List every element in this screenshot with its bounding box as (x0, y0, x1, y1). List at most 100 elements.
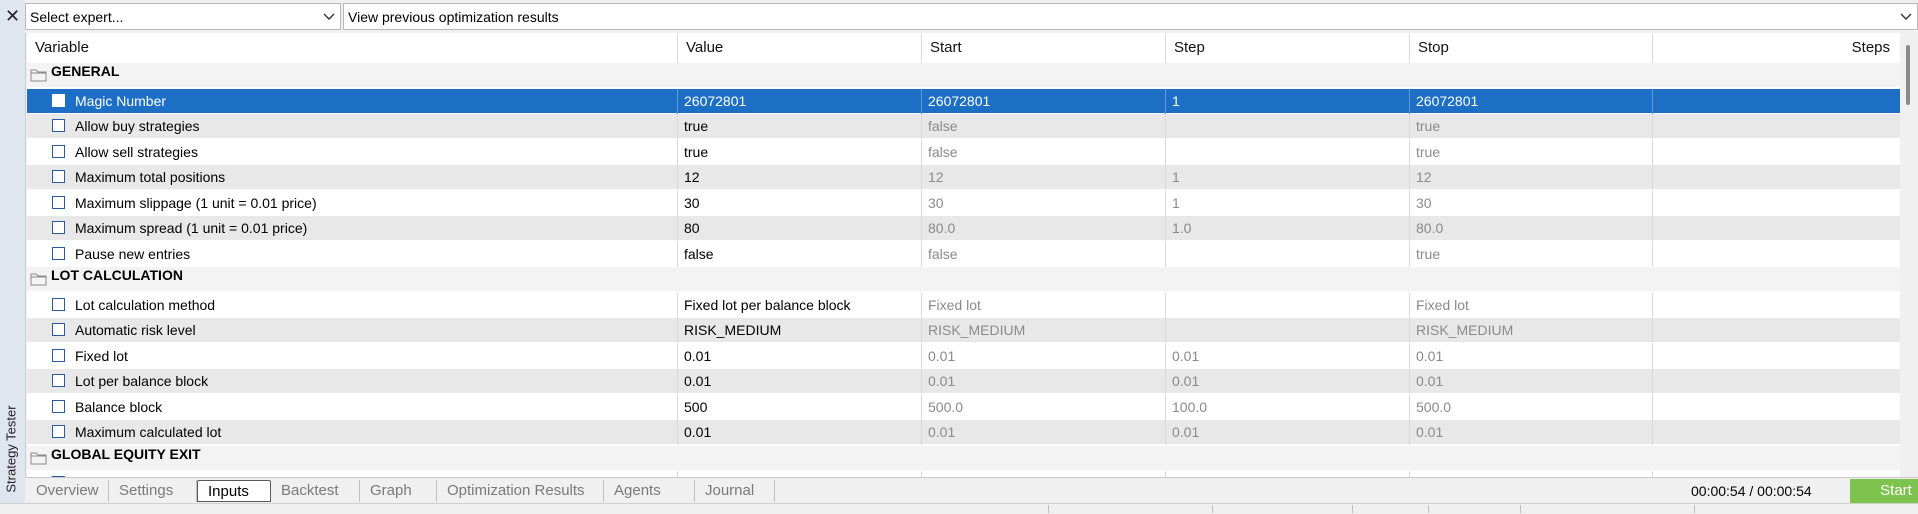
cell-step[interactable] (1165, 241, 1409, 267)
tab-optimization-results[interactable]: Optimization Results (437, 480, 604, 502)
tab-backtest[interactable]: Backtest (271, 480, 360, 502)
optimize-checkbox[interactable] (52, 170, 65, 183)
cell-stop[interactable]: true (1409, 114, 1652, 139)
tab-graph[interactable]: Graph (360, 480, 437, 502)
parameter-row[interactable]: Lot calculation method Fixed lot per bala… (27, 292, 1900, 318)
column-header-start[interactable]: Start (921, 33, 1165, 63)
chevron-down-icon[interactable] (1895, 4, 1917, 29)
cell-step[interactable] (1165, 114, 1409, 139)
tab-journal[interactable]: Journal (695, 480, 775, 502)
optimize-checkbox[interactable] (52, 297, 65, 311)
cell-start[interactable]: 30 (921, 190, 1165, 216)
cell-start[interactable]: 500.0 (921, 394, 1165, 420)
cell-value[interactable]: RISK_MEDIUM (677, 318, 921, 343)
parameter-row[interactable]: Allow sell strategies true false true (27, 139, 1900, 165)
cell-value[interactable]: 0.01 (677, 369, 921, 394)
optimize-checkbox[interactable] (52, 93, 65, 107)
optimize-checkbox[interactable] (52, 374, 65, 387)
optimize-checkbox[interactable] (52, 425, 65, 438)
scrollbar-thumb[interactable] (1906, 45, 1910, 105)
column-header-stop[interactable]: Stop (1409, 33, 1652, 63)
cell-value[interactable]: 30 (677, 190, 921, 216)
cell-value[interactable]: 0.01 (677, 420, 921, 445)
cell-step[interactable]: 1 (1165, 88, 1409, 114)
section-row[interactable]: GLOBAL EQUITY EXIT (27, 445, 1900, 471)
parameter-row[interactable]: Magic Number 26072801 26072801 1 26072801 (27, 88, 1900, 114)
cell-stop[interactable]: 500.0 (1409, 394, 1652, 420)
parameter-row[interactable]: Maximum calculated lot 0.01 0.01 0.01 0.01 (27, 420, 1900, 445)
parameter-row[interactable]: Maximum slippage (1 unit = 0.01 price) 30… (27, 190, 1900, 216)
cell-start[interactable]: Fixed lot (921, 292, 1165, 318)
cell-stop[interactable]: 0.01 (1409, 369, 1652, 394)
optimize-checkbox[interactable] (52, 323, 65, 336)
optimize-checkbox[interactable] (52, 144, 65, 158)
cell-steps[interactable] (1652, 190, 1900, 216)
cell-step[interactable]: 0.01 (1165, 420, 1409, 445)
column-header-steps[interactable]: Steps (1652, 33, 1900, 63)
cell-steps[interactable] (1652, 139, 1900, 165)
cell-step[interactable] (1165, 292, 1409, 318)
cell-start[interactable]: 0.01 (921, 420, 1165, 445)
cell-value[interactable]: 26072801 (677, 88, 921, 114)
cell-stop[interactable]: Fixed lot (1409, 292, 1652, 318)
cell-start[interactable]: false (921, 241, 1165, 267)
optimize-checkbox[interactable] (52, 119, 65, 132)
cell-steps[interactable] (1652, 394, 1900, 420)
cell-value[interactable]: Fixed lot per balance block (677, 292, 921, 318)
section-row[interactable]: GENERAL (27, 63, 1900, 88)
parameter-row[interactable]: Maximum total positions 12 12 1 12 (27, 165, 1900, 190)
cell-step[interactable] (1165, 139, 1409, 165)
parameter-row[interactable]: Balance block 500 500.0 100.0 500.0 (27, 394, 1900, 420)
optimization-results-select[interactable]: View previous optimization results (343, 3, 1918, 30)
cell-step[interactable]: 1.0 (1165, 216, 1409, 241)
parameter-row[interactable]: Allow buy strategies true false true (27, 114, 1900, 139)
cell-stop[interactable]: true (1409, 139, 1652, 165)
cell-steps[interactable] (1652, 216, 1900, 241)
column-header-value[interactable]: Value (677, 33, 921, 63)
cell-value[interactable]: true (677, 114, 921, 139)
expert-select[interactable]: Select expert... (25, 3, 341, 30)
start-button[interactable]: Start (1850, 479, 1918, 503)
cell-value[interactable]: true (677, 139, 921, 165)
column-header-variable[interactable]: Variable (27, 33, 677, 63)
cell-steps[interactable] (1652, 420, 1900, 445)
column-header-step[interactable]: Step (1165, 33, 1409, 63)
cell-start[interactable]: 0.01 (921, 343, 1165, 369)
cell-value[interactable]: 500 (677, 394, 921, 420)
cell-stop[interactable]: 0.01 (1409, 420, 1652, 445)
parameter-row[interactable]: Pause new entries false false true (27, 241, 1900, 267)
cell-steps[interactable] (1652, 88, 1900, 114)
cell-step[interactable]: 0.01 (1165, 343, 1409, 369)
optimize-checkbox[interactable] (52, 348, 65, 362)
tab-settings[interactable]: Settings (109, 480, 197, 502)
cell-step[interactable]: 1 (1165, 190, 1409, 216)
folder-icon[interactable] (30, 68, 47, 82)
cell-steps[interactable] (1652, 292, 1900, 318)
tab-inputs[interactable]: Inputs (197, 480, 271, 502)
cell-steps[interactable] (1652, 343, 1900, 369)
tab-overview[interactable]: Overview (26, 480, 109, 502)
cell-stop[interactable]: 26072801 (1409, 88, 1652, 114)
cell-stop[interactable]: 12 (1409, 165, 1652, 190)
cell-steps[interactable] (1652, 165, 1900, 190)
cell-start[interactable]: false (921, 139, 1165, 165)
optimize-checkbox[interactable] (52, 246, 65, 260)
cell-value[interactable]: 0.01 (677, 343, 921, 369)
cell-start[interactable]: RISK_MEDIUM (921, 318, 1165, 343)
cell-value[interactable]: false (677, 241, 921, 267)
cell-steps[interactable] (1652, 114, 1900, 139)
parameter-row[interactable]: Fixed lot 0.01 0.01 0.01 0.01 (27, 343, 1900, 369)
chevron-down-icon[interactable] (318, 4, 340, 29)
cell-step[interactable]: 0.01 (1165, 369, 1409, 394)
cell-value[interactable]: 80 (677, 216, 921, 241)
cell-steps[interactable] (1652, 318, 1900, 343)
parameter-row[interactable]: Automatic risk level RISK_MEDIUM RISK_MEDI… (27, 318, 1900, 343)
section-row[interactable]: LOT CALCULATION (27, 267, 1900, 292)
parameter-row[interactable]: Lot per balance block 0.01 0.01 0.01 0.01 (27, 369, 1900, 394)
tab-agents[interactable]: Agents (604, 480, 695, 502)
vertical-scrollbar[interactable] (1900, 33, 1918, 477)
optimize-checkbox[interactable] (52, 195, 65, 209)
cell-start[interactable]: 80.0 (921, 216, 1165, 241)
optimize-checkbox[interactable] (52, 399, 65, 413)
cell-step[interactable] (1165, 318, 1409, 343)
